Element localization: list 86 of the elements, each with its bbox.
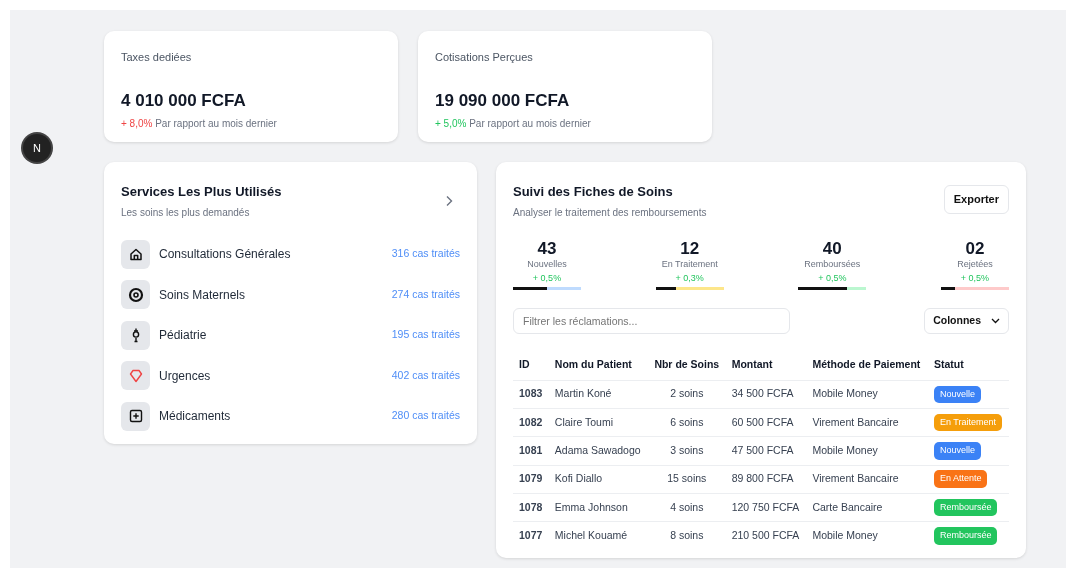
service-name: Médicaments — [159, 408, 232, 425]
filter-field[interactable]: Filtrer les réclamations... — [513, 308, 790, 335]
patient-cell: Michel Kouamé — [548, 521, 648, 550]
payment-cell: Carte Bancaire — [806, 493, 928, 522]
count-cell: 2 soins — [647, 380, 726, 409]
id-cell: 1082 — [513, 408, 549, 437]
target-icon — [127, 286, 144, 303]
stat-change: + 0,5% — [531, 271, 563, 285]
card-subtitle: Analyser le traitement des remboursements — [513, 205, 707, 220]
plus-box-icon — [127, 408, 144, 424]
card-title: Services Les Plus Utilisés — [121, 183, 282, 201]
stat-label: Remboursées — [803, 258, 862, 272]
stat-change: + 0,3% — [674, 271, 705, 285]
count-cell: 4 soins — [647, 493, 726, 522]
stat-value: 02 — [964, 239, 986, 259]
kpi-title: Taxes dediées — [121, 50, 193, 65]
card-title: Suivi des Fiches de Soins — [513, 183, 674, 201]
column-header: Nom du Patient — [548, 350, 648, 381]
house-icon — [127, 246, 144, 262]
id-cell: 1077 — [513, 521, 549, 550]
status-badge: En Traitement — [933, 413, 1002, 432]
amount-cell: 89 800 FCFA — [725, 465, 807, 494]
patient-cell: Adama Sawadogo — [548, 436, 648, 466]
status-badge: Nouvelle — [933, 385, 981, 404]
payment-cell: Mobile Money — [806, 380, 928, 409]
stat-label: Nouvelles — [526, 258, 568, 272]
id-cell: 1078 — [513, 493, 549, 522]
service-count: 274 cas traités — [391, 286, 460, 302]
status-badge: Remboursée — [933, 527, 998, 545]
stat-change: + 0,5% — [959, 271, 991, 285]
service-count: 280 cas traités — [391, 408, 460, 424]
kpi-note: Par rapport au mois dernier — [469, 118, 591, 129]
stat-change: + 0,5% — [817, 271, 848, 285]
amount-cell: 120 750 FCFA — [725, 493, 807, 522]
columns-button[interactable]: Colonnes — [924, 308, 1009, 335]
payment-cell: Mobile Money — [806, 521, 928, 550]
kpi-title: Cotisations Perçues — [435, 50, 534, 65]
service-count: 195 cas traités — [391, 327, 460, 343]
status-badge: En Attente — [933, 470, 988, 488]
payment-cell: Virement Bancaire — [806, 465, 928, 494]
id-cell: 1083 — [513, 380, 549, 409]
count-cell: 3 soins — [647, 436, 726, 466]
chevron-right-icon[interactable] — [444, 194, 454, 207]
column-header: Montant — [725, 350, 807, 381]
stat-value: 12 — [679, 239, 701, 259]
patient-cell: Claire Toumi — [548, 408, 648, 437]
service-count: 402 cas traités — [391, 367, 460, 383]
amount-cell: 210 500 FCFA — [725, 521, 807, 550]
logo-badge[interactable]: N — [23, 134, 51, 162]
stat-label: En Traitement — [660, 258, 719, 272]
column-header: ID — [513, 350, 549, 381]
payment-cell: Mobile Money — [806, 436, 928, 466]
patient-cell: Emma Johnson — [548, 493, 648, 522]
kpi-value: 4 010 000 FCFA — [121, 89, 247, 112]
caret-icon — [991, 318, 1000, 325]
export-button[interactable]: Exporter — [943, 185, 1009, 214]
patient-cell: Martin Koné — [548, 380, 648, 409]
amount-cell: 34 500 FCFA — [725, 380, 807, 409]
kpi-note: Par rapport au mois dernier — [155, 118, 277, 129]
stat-value: 43 — [536, 239, 558, 259]
card-subtitle: Les soins les plus demandés — [121, 205, 251, 220]
column-header: Statut — [927, 350, 1009, 381]
count-cell: 6 soins — [647, 408, 726, 437]
payment-cell: Virement Bancaire — [806, 408, 928, 437]
diamond-icon — [127, 367, 144, 384]
kpi-change: + 5,0% — [435, 118, 467, 129]
amount-cell: 60 500 FCFA — [725, 408, 807, 437]
service-name: Soins Maternels — [159, 286, 247, 304]
stat-value: 40 — [821, 239, 843, 259]
amount-cell: 47 500 FCFA — [725, 436, 807, 466]
stat-label: Rejetées — [956, 258, 994, 272]
id-cell: 1079 — [513, 465, 549, 494]
service-name: Pédiatrie — [159, 327, 208, 344]
status-badge: Remboursée — [933, 498, 998, 517]
count-cell: 8 soins — [647, 521, 726, 550]
column-header: Méthode de Paiement — [806, 350, 928, 381]
status-badge: Nouvelle — [933, 442, 981, 460]
service-name: Urgences — [159, 367, 212, 385]
patient-cell: Kofi Diallo — [548, 465, 648, 494]
id-cell: 1081 — [513, 436, 549, 466]
service-name: Consultations Générales — [159, 246, 292, 263]
count-cell: 15 soins — [647, 465, 726, 494]
service-count: 316 cas traités — [391, 246, 460, 262]
column-header: Nbr de Soins — [647, 350, 726, 381]
kpi-value: 19 090 000 FCFA — [435, 89, 571, 112]
kpi-change: + 8,0% — [121, 118, 153, 129]
